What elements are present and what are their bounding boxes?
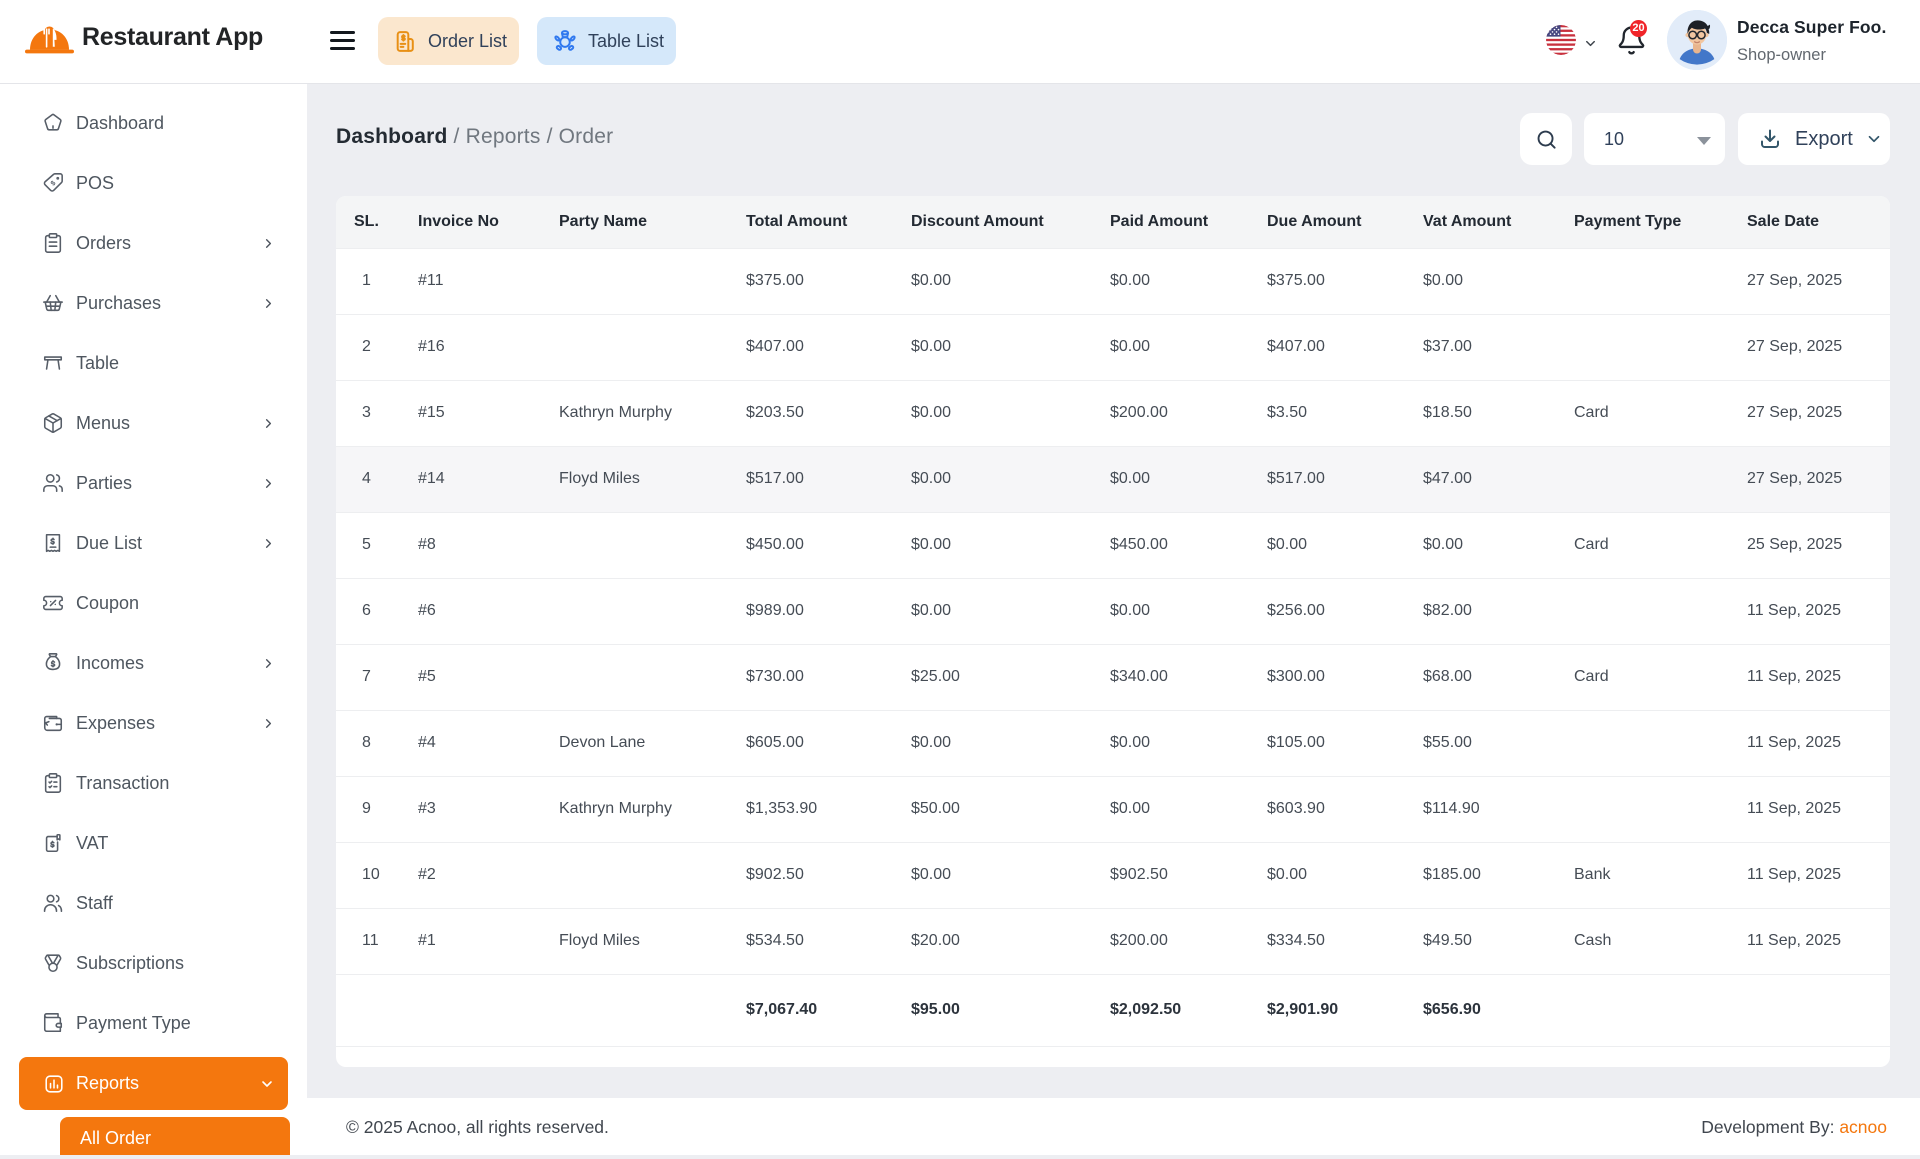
svg-text:$: $ [50,180,58,188]
